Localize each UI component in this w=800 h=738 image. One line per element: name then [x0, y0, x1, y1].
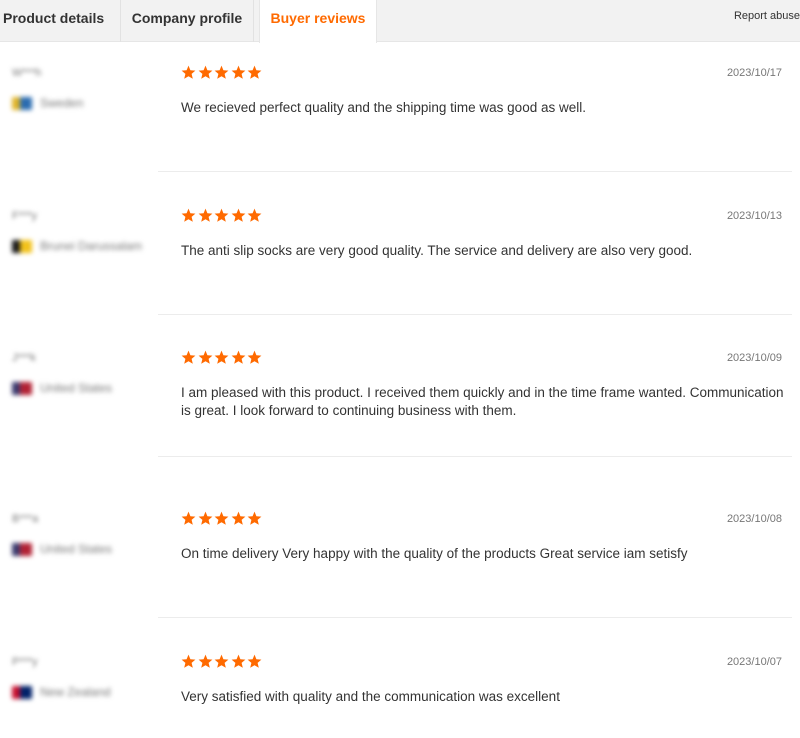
star-icon [198, 208, 212, 222]
country-flag-icon [12, 96, 32, 110]
review-item: J***k United States 2023/10/09 I am pleased… [0, 327, 800, 457]
country-name: Brunei Darussalam [40, 239, 143, 253]
review-text: I am pleased with this product. I receiv… [181, 385, 784, 418]
review-text: We recieved perfect quality and the ship… [181, 100, 586, 115]
star-icon [181, 511, 196, 525]
star-icon [198, 350, 212, 364]
reviewer-name: F***y [12, 210, 38, 222]
review-date: 2023/10/13 [726, 210, 782, 222]
country-flag-icon [12, 542, 32, 556]
country-name: Sweden [40, 96, 84, 110]
reviewer-country: United States [12, 542, 112, 556]
star-icon [214, 65, 229, 79]
reviewer-name: W***h [12, 67, 42, 79]
country-flag-icon [12, 685, 32, 699]
review-item: F***y Brunei Darussalam 2023/10/13 The anti… [0, 185, 800, 315]
star-icon [247, 65, 262, 79]
star-icon [231, 654, 245, 668]
reviewer-country: United States [12, 381, 112, 395]
country-name: United States [40, 542, 113, 556]
star-rating [181, 208, 264, 223]
tab-bar: Product details Company profile Buyer re… [0, 0, 800, 43]
review-text: Very satisfied with quality and the comm… [181, 689, 560, 704]
star-rating [181, 654, 264, 669]
star-icon [181, 65, 196, 79]
review-date: 2023/10/07 [726, 656, 782, 668]
star-icon [198, 511, 212, 525]
star-rating [181, 65, 264, 80]
review-date: 2023/10/09 [726, 352, 782, 364]
review-item: P***y New Zealand 2023/10/07 Very satisfied… [0, 631, 800, 738]
star-icon [247, 654, 262, 668]
review-date: 2023/10/08 [726, 513, 782, 525]
star-icon [231, 65, 245, 79]
review-date: 2023/10/17 [726, 67, 782, 79]
tab-company-profile[interactable]: Company profile [120, 0, 254, 42]
star-icon [198, 65, 212, 79]
star-icon [247, 208, 262, 222]
reviewer-country: New Zealand [12, 685, 111, 699]
report-abuse-link[interactable]: Report abuse [734, 10, 800, 22]
star-icon [214, 511, 229, 525]
star-rating [181, 350, 264, 365]
review-item: W***h Sweden 2023/10/17 We recieved perfect… [0, 42, 800, 172]
star-icon [181, 208, 196, 222]
reviewer-country: Sweden [12, 96, 83, 110]
star-icon [214, 208, 229, 222]
reviewer-country: Brunei Darussalam [12, 239, 142, 253]
star-icon [181, 654, 196, 668]
tab-product-details[interactable]: Product details [0, 0, 112, 42]
review-text: On time delivery Very happy with the qua… [181, 546, 688, 561]
star-icon [231, 350, 245, 364]
country-name: New Zealand [40, 685, 111, 699]
review-text: The anti slip socks are very good qualit… [181, 243, 693, 258]
star-icon [214, 350, 229, 364]
reviewer-name: J***k [12, 352, 36, 364]
country-flag-icon [12, 239, 32, 253]
star-icon [214, 654, 229, 668]
reviewer-name: B***a [12, 513, 39, 525]
star-icon [231, 511, 245, 525]
star-icon [247, 511, 262, 525]
reviewer-name: P***y [12, 656, 38, 668]
star-icon [231, 208, 245, 222]
country-flag-icon [12, 381, 32, 395]
review-item: B***a United States 2023/10/08 On time deli… [0, 488, 800, 618]
star-icon [181, 350, 196, 364]
star-rating [181, 511, 264, 526]
tab-buyer-reviews[interactable]: Buyer reviews [259, 0, 377, 43]
country-name: United States [40, 381, 113, 395]
star-icon [198, 654, 212, 668]
star-icon [247, 350, 262, 364]
